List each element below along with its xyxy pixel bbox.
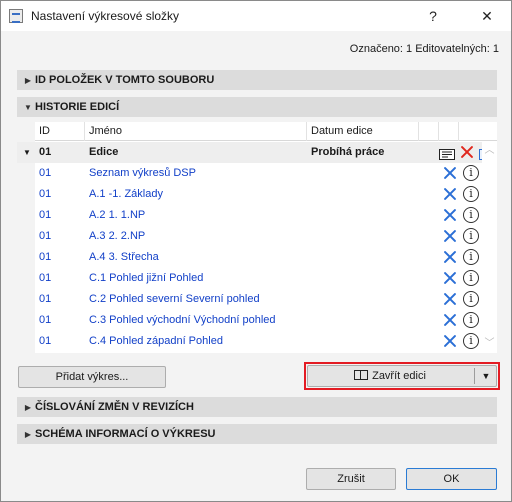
remove-x-icon[interactable]: [443, 166, 457, 180]
issue-icon[interactable]: [439, 147, 455, 160]
group-id: 01: [39, 146, 52, 158]
row-name[interactable]: C.2 Pohled severní Severní pohled: [89, 289, 260, 310]
title-bar: Nastavení výkresové složky ? ✕: [1, 1, 511, 31]
history-table: ID Jméno Datum edice ▼ 01 Edice Probíhá …: [17, 122, 497, 353]
collapse-down-icon: ▼: [24, 103, 32, 112]
split-divider: [474, 368, 475, 384]
row-id: 01: [39, 272, 52, 284]
table-row[interactable]: 01 A.2 1. 1.NP i: [35, 205, 481, 226]
cancel-button[interactable]: Zrušit: [306, 468, 396, 490]
column-info-header: [459, 122, 481, 141]
group-status: Probíhá práce: [311, 146, 385, 158]
table-row[interactable]: 01 C.1 Pohled jižní Pohled i: [35, 268, 481, 289]
row-name[interactable]: C.1 Pohled jižní Pohled: [89, 268, 203, 289]
section-title: SCHÉMA INFORMACÍ O VÝKRESU: [35, 428, 216, 440]
remove-x-icon[interactable]: [443, 292, 457, 306]
row-id: 01: [39, 251, 52, 263]
remove-x-icon[interactable]: [443, 271, 457, 285]
section-schema[interactable]: ▶ SCHÉMA INFORMACÍ O VÝKRESU: [17, 424, 497, 444]
edition-group-row[interactable]: ▼ 01 Edice Probíhá práce: [17, 142, 492, 163]
window-title: Nastavení výkresové složky: [31, 9, 180, 23]
dialog-window: Nastavení výkresové složky ? ✕ Označeno:…: [0, 0, 512, 502]
table-row[interactable]: 01 C.3 Pohled východní Východní pohled i: [35, 310, 481, 331]
selection-counts: Označeno: 1 Editovatelných: 1: [349, 43, 499, 55]
row-name[interactable]: C.3 Pohled východní Východní pohled: [89, 310, 276, 331]
row-id: 01: [39, 314, 52, 326]
section-id-items[interactable]: ▶ ID POLOŽEK V TOMTO SOUBORU: [17, 70, 497, 90]
info-icon[interactable]: i: [463, 207, 479, 223]
table-row[interactable]: 01 A.3 2. 2.NP i: [35, 226, 481, 247]
column-id-header[interactable]: ID: [35, 122, 85, 141]
section-title: ČÍSLOVÁNÍ ZMĚN V REVIZÍCH: [35, 401, 194, 413]
book-icon: [354, 370, 369, 380]
remove-x-icon[interactable]: [443, 229, 457, 243]
remove-x-icon[interactable]: [443, 313, 457, 327]
table-row[interactable]: 01 C.2 Pohled severní Severní pohled i: [35, 289, 481, 310]
info-icon[interactable]: i: [463, 333, 479, 349]
remove-x-icon[interactable]: [443, 250, 457, 264]
remove-x-icon[interactable]: [443, 208, 457, 222]
info-icon[interactable]: i: [463, 270, 479, 286]
column-delete-header: [439, 122, 459, 141]
row-name[interactable]: A.4 3. Střecha: [89, 247, 159, 268]
row-name[interactable]: A.2 1. 1.NP: [89, 205, 145, 226]
info-icon[interactable]: i: [463, 186, 479, 202]
column-date-header[interactable]: Datum edice: [307, 122, 419, 141]
table-row[interactable]: 01 A.4 3. Střecha i: [35, 247, 481, 268]
row-id: 01: [39, 188, 52, 200]
group-name: Edice: [89, 146, 119, 158]
table-row[interactable]: 01 A.1 -1. Základy i: [35, 184, 481, 205]
row-id: 01: [39, 167, 52, 179]
column-name-header[interactable]: Jméno: [85, 122, 307, 141]
column-issue-header: [419, 122, 439, 141]
table-row[interactable]: 01 Seznam výkresů DSP i: [35, 163, 481, 184]
close-button[interactable]: ✕: [465, 1, 509, 31]
row-name[interactable]: A.3 2. 2.NP: [89, 226, 145, 247]
table-scrollbar[interactable]: ︿ ﹀: [482, 142, 497, 353]
dropdown-caret-icon[interactable]: ▼: [476, 366, 496, 386]
remove-x-icon[interactable]: [443, 334, 457, 348]
info-icon[interactable]: i: [463, 249, 479, 265]
expand-right-icon: ▶: [24, 76, 32, 85]
table-row[interactable]: 01 C.4 Pohled západní Pohled i: [35, 331, 481, 352]
close-edition-split-button[interactable]: Zavřít edici ▼: [307, 365, 497, 387]
row-id: 01: [39, 230, 52, 242]
collapse-down-icon[interactable]: ▼: [23, 142, 31, 163]
row-id: 01: [39, 293, 52, 305]
info-icon[interactable]: i: [463, 165, 479, 181]
row-id: 01: [39, 209, 52, 221]
row-id: 01: [39, 335, 52, 347]
info-icon[interactable]: i: [463, 228, 479, 244]
section-title: HISTORIE EDICÍ: [35, 101, 120, 113]
close-edition-label: Zavřít edici: [372, 370, 426, 382]
row-name[interactable]: A.1 -1. Základy: [89, 184, 163, 205]
remove-x-icon[interactable]: [443, 187, 457, 201]
section-history[interactable]: ▼ HISTORIE EDICÍ: [17, 97, 497, 117]
scroll-down-icon[interactable]: ﹀: [482, 337, 497, 351]
delete-edition-icon[interactable]: [460, 145, 474, 159]
row-name[interactable]: Seznam výkresů DSP: [89, 163, 196, 184]
add-drawing-button[interactable]: Přidat výkres...: [18, 366, 166, 388]
scroll-up-icon[interactable]: ︿: [482, 144, 497, 158]
close-edition-button[interactable]: Zavřít edici: [308, 366, 472, 386]
row-name[interactable]: C.4 Pohled západní Pohled: [89, 331, 223, 352]
info-icon[interactable]: i: [463, 291, 479, 307]
section-title: ID POLOŽEK V TOMTO SOUBORU: [35, 74, 215, 86]
help-button[interactable]: ?: [411, 1, 455, 31]
table-header: ID Jméno Datum edice: [35, 122, 497, 141]
expand-right-icon: ▶: [24, 403, 32, 412]
expand-right-icon: ▶: [24, 430, 32, 439]
app-icon: [9, 9, 23, 23]
info-icon[interactable]: i: [463, 312, 479, 328]
ok-button[interactable]: OK: [406, 468, 497, 490]
section-numbering[interactable]: ▶ ČÍSLOVÁNÍ ZMĚN V REVIZÍCH: [17, 397, 497, 417]
